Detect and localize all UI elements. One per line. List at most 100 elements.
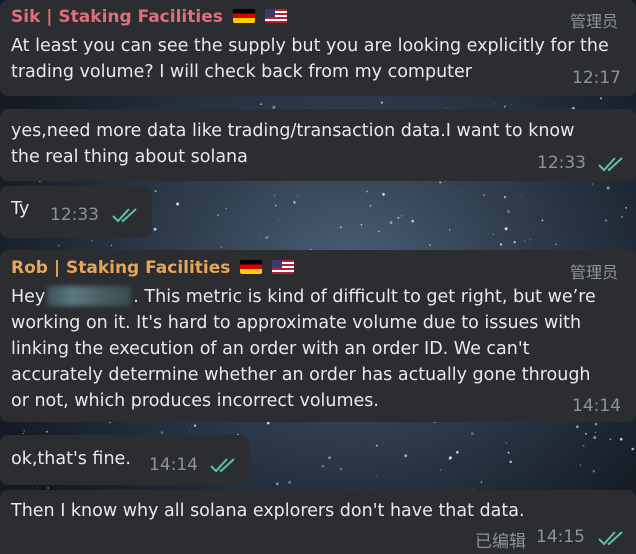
star bbox=[154, 190, 157, 193]
sender-name-text: Rob | Staking Facilities bbox=[11, 258, 231, 278]
star bbox=[513, 241, 516, 244]
star bbox=[389, 221, 393, 225]
star bbox=[600, 97, 602, 100]
star bbox=[375, 475, 377, 478]
star bbox=[511, 104, 513, 106]
star bbox=[339, 467, 343, 471]
star bbox=[22, 432, 24, 435]
star bbox=[621, 216, 623, 218]
message-line: Hey . This metric is kind of difficult to… bbox=[11, 284, 596, 310]
star bbox=[397, 216, 400, 219]
star bbox=[260, 103, 262, 106]
star bbox=[274, 194, 276, 196]
star bbox=[293, 201, 296, 204]
message-line: Ty bbox=[11, 199, 30, 219]
star bbox=[378, 230, 380, 233]
double-check-icon bbox=[598, 531, 623, 546]
germany-flag-icon bbox=[240, 260, 263, 274]
star bbox=[36, 486, 38, 488]
star bbox=[265, 236, 269, 239]
star bbox=[503, 195, 507, 199]
star bbox=[582, 444, 585, 447]
star bbox=[193, 424, 197, 427]
admin-badge: 管理员 bbox=[569, 263, 618, 282]
message-bubble-rob[interactable]: Rob | Staking Facilities 管理员 Hey . This m… bbox=[0, 250, 636, 422]
message-time: 12:33 bbox=[537, 153, 586, 173]
star bbox=[176, 202, 180, 206]
message-line: or not, which produces incorrect volumes… bbox=[11, 391, 379, 411]
star bbox=[499, 243, 503, 246]
star bbox=[506, 210, 510, 214]
star bbox=[339, 226, 342, 229]
star bbox=[585, 432, 587, 435]
star bbox=[160, 431, 164, 434]
double-check-icon bbox=[210, 458, 235, 473]
message-line: linking the execution of an order with a… bbox=[11, 339, 530, 359]
star bbox=[360, 224, 363, 226]
star bbox=[431, 227, 433, 229]
usa-flag-icon bbox=[264, 9, 287, 23]
star bbox=[328, 456, 331, 460]
star bbox=[429, 244, 431, 246]
message-time: 14:14 bbox=[572, 396, 621, 416]
star bbox=[505, 442, 508, 444]
star bbox=[509, 460, 512, 464]
star bbox=[109, 421, 111, 424]
star bbox=[595, 432, 596, 433]
star bbox=[503, 105, 506, 108]
star bbox=[45, 430, 48, 433]
message-line: Then I know why all solana explorers don… bbox=[11, 501, 525, 521]
star bbox=[57, 244, 60, 247]
message-bubble-own[interactable]: ok,that's fine. 14:14 bbox=[0, 435, 249, 485]
star bbox=[220, 246, 223, 248]
star bbox=[470, 432, 474, 435]
star bbox=[266, 421, 270, 425]
star bbox=[23, 430, 25, 432]
sender-name[interactable]: Rob | Staking Facilities bbox=[11, 258, 295, 278]
star bbox=[504, 227, 508, 231]
star bbox=[429, 180, 431, 182]
star bbox=[369, 204, 372, 207]
star bbox=[619, 437, 623, 441]
star bbox=[153, 227, 157, 231]
message-line-rest: . This metric is kind of difficult to ge… bbox=[133, 287, 596, 307]
greeting-text: Hey bbox=[11, 287, 46, 307]
star bbox=[631, 447, 634, 451]
star bbox=[366, 190, 368, 193]
message-bubble-sik[interactable]: Sik | Staking Facilities 管理员 At least yo… bbox=[0, 0, 636, 96]
sender-name-text: Sik | Staking Facilities bbox=[11, 7, 223, 27]
star bbox=[594, 422, 598, 426]
star bbox=[380, 101, 384, 104]
star bbox=[461, 189, 463, 191]
message-line: trading volume? I will check back from m… bbox=[11, 62, 472, 82]
redacted-name bbox=[47, 286, 132, 306]
star bbox=[91, 239, 94, 242]
message-line: yes,need more data like trading/transact… bbox=[11, 121, 575, 141]
double-check-icon bbox=[598, 157, 623, 172]
star bbox=[604, 219, 608, 222]
message-line: ok,that's fine. bbox=[11, 449, 131, 469]
message-line: At least you can see the supply but you … bbox=[11, 36, 609, 56]
star bbox=[492, 233, 494, 235]
star bbox=[591, 183, 593, 185]
star bbox=[579, 464, 582, 467]
message-line: the real thing about solana bbox=[11, 147, 248, 167]
star bbox=[274, 204, 277, 207]
message-time: 12:17 bbox=[572, 68, 621, 88]
message-time: 12:33 bbox=[50, 205, 99, 225]
star bbox=[507, 451, 510, 454]
star bbox=[288, 480, 292, 484]
star bbox=[277, 219, 279, 221]
star bbox=[411, 219, 415, 223]
star bbox=[625, 207, 627, 209]
star bbox=[575, 425, 579, 429]
star bbox=[523, 240, 526, 242]
message-bubble-own[interactable]: Then I know why all solana explorers don… bbox=[0, 490, 636, 554]
sender-name[interactable]: Sik | Staking Facilities bbox=[11, 7, 287, 27]
message-bubble-own[interactable]: yes,need more data like trading/transact… bbox=[0, 109, 636, 181]
message-bubble-own[interactable]: Ty 12:33 bbox=[0, 186, 152, 238]
message-time: 14:14 bbox=[149, 455, 198, 475]
admin-badge: 管理员 bbox=[569, 12, 618, 31]
star bbox=[606, 186, 610, 190]
star bbox=[449, 456, 452, 460]
